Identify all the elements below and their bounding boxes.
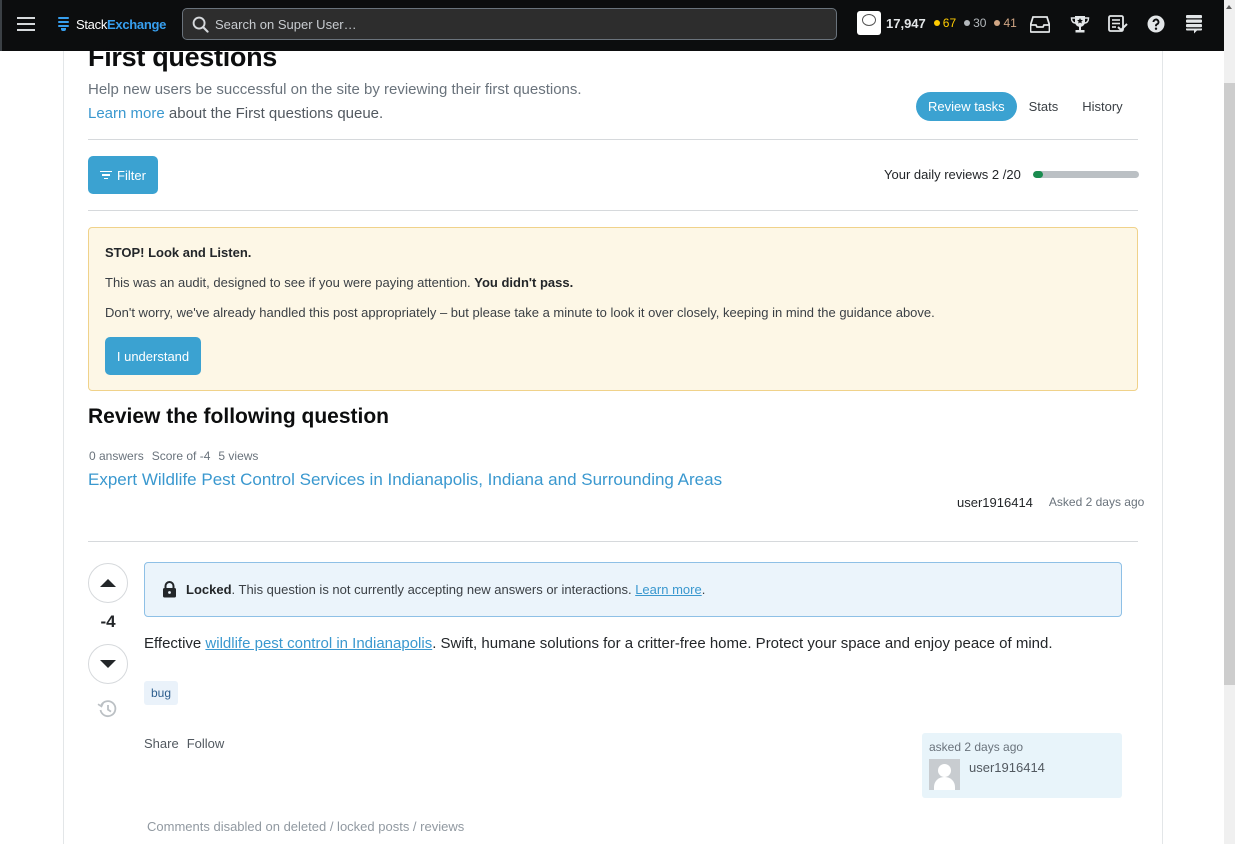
question-title-link[interactable]: Expert Wildlife Pest Control Services in… (88, 470, 722, 490)
scroll-up-arrow-icon[interactable] (1226, 5, 1232, 9)
menu-hamburger-icon[interactable] (17, 16, 35, 32)
i-understand-button[interactable]: I understand (105, 337, 201, 375)
divider (88, 139, 1138, 140)
vote-count: -4 (100, 612, 116, 631)
arrow-up-icon (100, 579, 116, 587)
owner-username[interactable]: user1916414 (957, 495, 1033, 510)
notice-title: STOP! Look and Listen. (105, 245, 252, 260)
locked-label: Locked (186, 582, 232, 597)
tab-history[interactable]: History (1070, 92, 1134, 121)
question-owner: user1916414 Asked 2 days ago (957, 495, 1144, 510)
follow-link[interactable]: Follow (187, 736, 225, 751)
history-icon[interactable] (97, 699, 118, 724)
signature-username[interactable]: user1916414 (969, 760, 1045, 775)
inbox-icon[interactable] (1029, 13, 1051, 35)
review-heading: Review the following question (88, 405, 390, 428)
asked-time: Asked 2 days ago (1048, 495, 1145, 509)
content-border-right (1162, 51, 1163, 844)
page-subtitle: Help new users be successful on the site… (88, 81, 582, 98)
daily-reviews-progress-bar (1032, 171, 1139, 178)
tag-bug[interactable]: bug (144, 681, 179, 705)
lock-icon (163, 581, 176, 598)
site-switcher-icon[interactable] (1183, 13, 1205, 35)
audit-failed-notice: STOP! Look and Listen. This was an audit… (88, 227, 1138, 391)
downvote-button[interactable] (88, 644, 128, 684)
user-avatar (857, 11, 881, 35)
owner-signature-card: asked 2 days ago user1916414 (922, 733, 1122, 798)
help-icon[interactable] (1145, 13, 1167, 35)
silver-badge-count: 30 (964, 16, 986, 30)
question-stats: 0 answers Score of -4 5 views (89, 449, 258, 463)
learn-more-link[interactable]: Learn more (88, 105, 165, 122)
daily-reviews: Your daily reviews 2 /20 (884, 167, 1139, 182)
filter-icon (100, 170, 113, 180)
page-scrollbar[interactable] (1224, 0, 1235, 844)
daily-reviews-progress-fill (1032, 171, 1044, 178)
daily-reviews-label: Your daily reviews (884, 167, 989, 182)
scrollbar-thumb[interactable] (1224, 83, 1235, 685)
tab-stats[interactable]: Stats (1017, 92, 1071, 121)
tab-review-tasks[interactable]: Review tasks (916, 92, 1017, 121)
comments-disabled-note: Comments disabled on deleted / locked po… (147, 819, 465, 834)
notice-guidance-text: Don't worry, we've already handled this … (105, 305, 935, 320)
post-menu: Share Follow (144, 736, 224, 751)
user-profile-link[interactable]: 17,947 67 30 41 (857, 11, 1017, 35)
search-box[interactable] (182, 8, 837, 40)
achievements-trophy-icon[interactable] (1069, 13, 1091, 35)
content-border-left (63, 51, 64, 844)
stackexchange-logo[interactable]: Stack Exchange (58, 14, 166, 34)
signature-asked-time: asked 2 days ago (929, 740, 1024, 754)
reputation-count: 17,947 (886, 15, 926, 31)
review-tabs: Review tasks Stats History (916, 92, 1135, 121)
divider (88, 541, 1138, 542)
gold-badge-count: 67 (933, 16, 956, 30)
question-score: Score of -4 (151, 449, 211, 463)
arrow-down-icon (100, 660, 116, 668)
filter-button[interactable]: Filter (88, 156, 158, 194)
answers-count: 0 answers (89, 449, 144, 463)
learn-more-line: Learn more about the First questions que… (88, 105, 384, 122)
review-queues-icon[interactable] (1107, 13, 1129, 35)
user-avatar-icon[interactable] (929, 759, 960, 790)
locked-notice: Locked. This question is not currently a… (144, 562, 1122, 617)
bronze-badge-count: 41 (994, 16, 1017, 30)
locked-learn-more-link[interactable]: Learn more (635, 582, 701, 597)
post-body-link[interactable]: wildlife pest control in Indianapolis (205, 635, 432, 652)
share-link[interactable]: Share (144, 736, 179, 751)
search-input[interactable] (215, 16, 815, 32)
post-body: Effective wildlife pest control in India… (144, 635, 1053, 652)
views-count: 5 views (218, 449, 259, 463)
logo-text-stack: Stack (76, 16, 108, 32)
divider (88, 210, 1138, 211)
page-title: First questions (88, 42, 278, 72)
notice-audit-text: This was an audit, designed to see if yo… (105, 275, 574, 290)
search-icon (192, 16, 209, 33)
stackexchange-logo-icon (58, 16, 70, 32)
daily-reviews-value: 2 /20 (991, 167, 1021, 182)
logo-text-exchange: Exchange (107, 16, 167, 32)
upvote-button[interactable] (88, 563, 128, 603)
